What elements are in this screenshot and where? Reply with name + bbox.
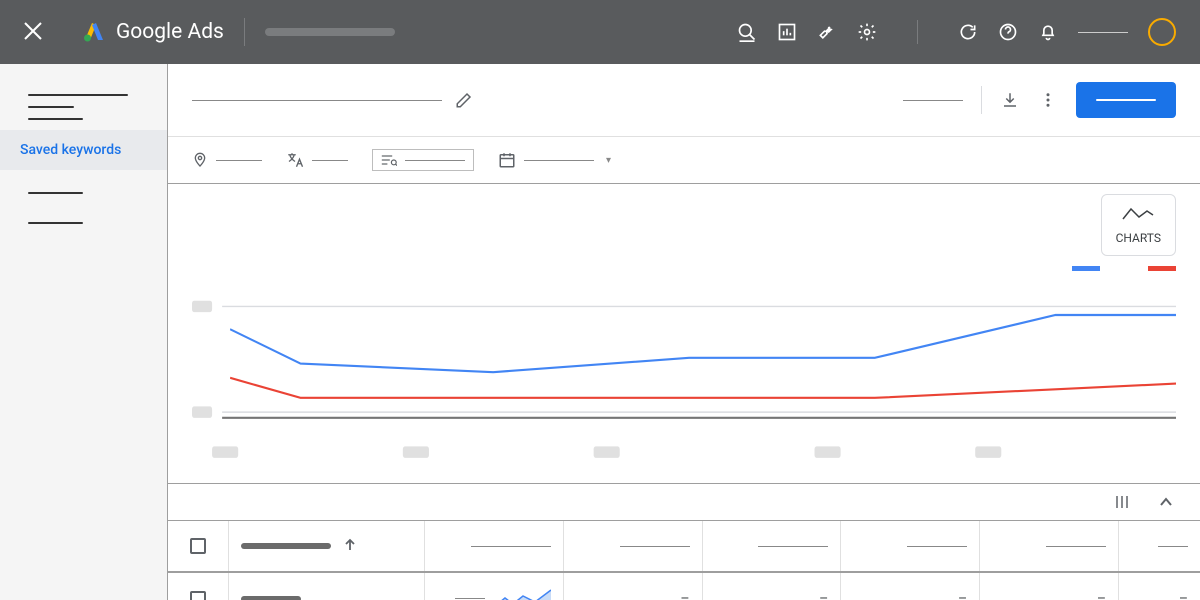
settings-icon[interactable]: [857, 22, 877, 42]
sidebar-item[interactable]: [28, 192, 83, 194]
row-checkbox[interactable]: [190, 591, 206, 600]
table-row[interactable]: – – – – –: [168, 573, 1200, 600]
avatar[interactable]: [1148, 18, 1176, 46]
data-cell: –: [1118, 573, 1200, 600]
reports-icon[interactable]: [777, 22, 797, 42]
column-header[interactable]: [424, 521, 563, 571]
data-cell: –: [702, 573, 841, 600]
location-icon: [192, 151, 208, 169]
app-logo[interactable]: Google Ads: [82, 20, 224, 44]
location-filter[interactable]: [192, 151, 262, 169]
tools-icon[interactable]: [817, 22, 837, 42]
calendar-icon: [498, 151, 516, 169]
app-name: Google Ads: [116, 20, 224, 44]
edit-icon[interactable]: [454, 90, 474, 110]
help-icon[interactable]: [998, 22, 1018, 42]
main-content: ▾ CHARTS: [168, 64, 1200, 600]
header-divider: [244, 18, 245, 46]
sort-ascending-icon: [343, 537, 357, 556]
keyword-cell: [228, 573, 424, 600]
subheader-option[interactable]: [903, 100, 963, 101]
legend-series-a[interactable]: [1072, 266, 1100, 271]
data-cell: –: [563, 573, 702, 600]
filter-list-icon: [381, 154, 397, 166]
column-header[interactable]: [1118, 521, 1200, 571]
select-all-checkbox[interactable]: [190, 538, 206, 554]
sidebar: Saved keywords: [0, 64, 168, 600]
column-header[interactable]: [563, 521, 702, 571]
search-icon[interactable]: [737, 22, 757, 42]
line-chart-icon: [1121, 205, 1155, 223]
date-range-filter[interactable]: ▾: [498, 151, 611, 169]
sparkline-cell: [424, 573, 563, 600]
divider: [981, 86, 982, 114]
language-icon: [286, 151, 304, 169]
primary-action-button[interactable]: [1076, 82, 1176, 118]
charts-toggle-button[interactable]: CHARTS: [1101, 194, 1176, 256]
columns-icon[interactable]: [1112, 492, 1132, 512]
sparkline-icon: [495, 586, 551, 600]
filter-bar: ▾: [168, 137, 1200, 184]
account-placeholder[interactable]: [1078, 32, 1128, 33]
account-selector[interactable]: [265, 28, 395, 36]
column-header[interactable]: [228, 521, 424, 571]
notifications-icon[interactable]: [1038, 22, 1058, 42]
google-ads-logo-icon: [82, 20, 106, 44]
app-header: Google Ads: [0, 0, 1200, 64]
chart-panel: CHARTS: [168, 184, 1200, 484]
chart-legend: [1072, 266, 1176, 271]
table-header-row: [168, 521, 1200, 573]
line-chart: [192, 275, 1176, 475]
legend-series-b[interactable]: [1148, 266, 1176, 271]
table-controls: [168, 484, 1200, 521]
more-options-icon[interactable]: [1038, 90, 1058, 110]
search-networks-filter[interactable]: [372, 149, 474, 171]
refresh-icon[interactable]: [958, 22, 978, 42]
header-divider: [917, 20, 918, 44]
sidebar-item[interactable]: [28, 222, 83, 224]
close-icon[interactable]: [24, 18, 42, 46]
page-subheader: [168, 64, 1200, 137]
column-header[interactable]: [979, 521, 1118, 571]
chevron-down-icon: ▾: [606, 155, 611, 166]
download-icon[interactable]: [1000, 90, 1020, 110]
column-header[interactable]: [702, 521, 841, 571]
sidebar-item-saved-keywords[interactable]: Saved keywords: [0, 130, 167, 170]
column-header[interactable]: [840, 521, 979, 571]
data-cell: –: [840, 573, 979, 600]
charts-toggle-label: CHARTS: [1116, 231, 1161, 245]
data-cell: –: [979, 573, 1118, 600]
sidebar-item[interactable]: [28, 106, 74, 108]
page-title: [192, 100, 442, 101]
language-filter[interactable]: [286, 151, 348, 169]
expand-icon[interactable]: [1156, 492, 1176, 512]
sidebar-item[interactable]: [28, 94, 128, 96]
sidebar-item[interactable]: [28, 118, 83, 120]
keywords-table: – – – – –: [168, 521, 1200, 600]
